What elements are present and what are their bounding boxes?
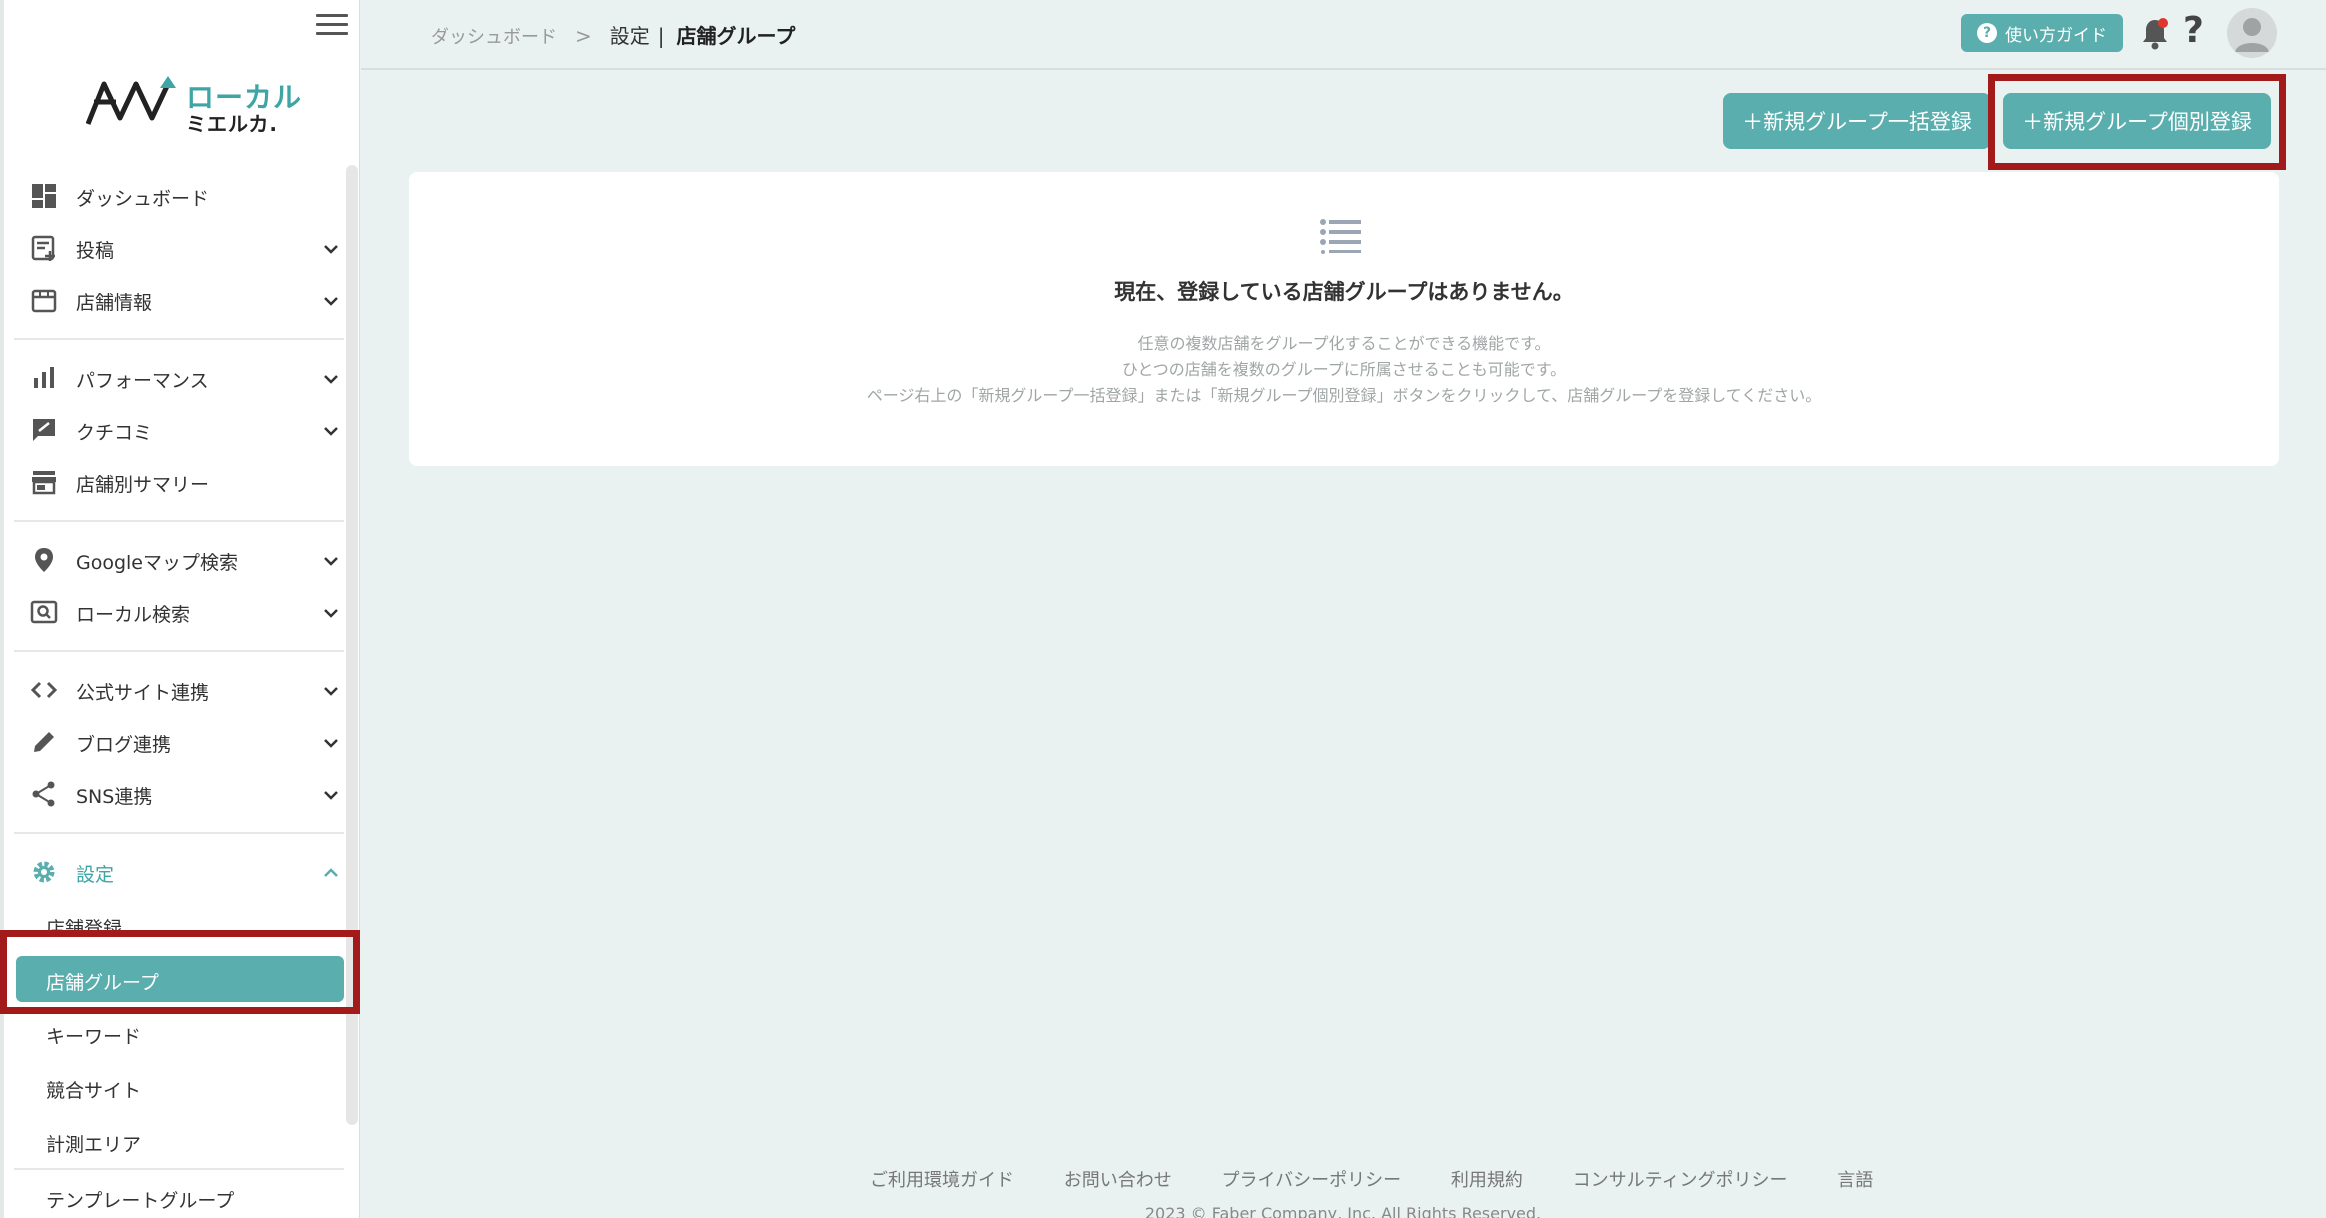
sidebar-item-sns[interactable]: SNS連携: [14, 768, 344, 820]
sidebar-item-store-info[interactable]: 店舗情報: [14, 274, 344, 326]
breadcrumb-separator: >: [575, 24, 592, 48]
footer-link-terms[interactable]: 利用規約: [1451, 1170, 1523, 1191]
breadcrumb: ダッシュボード > 設定 | 店舗グループ: [431, 20, 795, 49]
usage-guide-label: 使い方ガイド: [2005, 25, 2107, 46]
map-pin-icon: [35, 548, 53, 572]
sidebar-item-label: 店舗情報: [76, 292, 153, 314]
sidebar-item-reviews[interactable]: クチコミ: [14, 404, 344, 456]
sidebar-item-google-map-search[interactable]: Googleマップ検索: [14, 534, 344, 586]
sidebar-divider: [14, 520, 344, 522]
footer-link-environment-guide[interactable]: ご利用環境ガイド: [870, 1170, 1014, 1191]
chevron-down-icon[interactable]: [322, 786, 340, 804]
logo-text-mieruca: ミエルカ.: [186, 112, 278, 136]
chevron-up-icon[interactable]: [322, 864, 340, 882]
footer-link-consulting-policy[interactable]: コンサルティングポリシー: [1573, 1170, 1788, 1191]
sidebar-subitem-competitor[interactable]: 競合サイト: [14, 1060, 344, 1114]
user-icon: [2235, 18, 2269, 52]
sidebar-item-dashboard[interactable]: ダッシュボード: [14, 170, 344, 222]
gear-icon: [33, 861, 55, 883]
chevron-down-icon[interactable]: [322, 734, 340, 752]
list-icon: [1320, 219, 1361, 254]
footer-links: ご利用環境ガイド お問い合わせ プライバシーポリシー 利用規約 コンサルティング…: [870, 1166, 1917, 1192]
sidebar-divider: [14, 338, 344, 340]
empty-state-card: 現在、登録している店舗グループはありません。 任意の複数店舗をグループ化すること…: [409, 172, 2279, 466]
sidebar-item-settings[interactable]: 設定: [14, 846, 344, 898]
breadcrumb-bar: |: [657, 24, 665, 48]
sidebar-item-label: SNS連携: [76, 786, 153, 808]
sidebar-item-official-site[interactable]: 公式サイト連携: [14, 664, 344, 716]
copyright: 2023 © Faber Company, Inc. All Rights Re…: [1144, 1204, 1542, 1218]
chevron-down-icon[interactable]: [322, 682, 340, 700]
sidebar-scrollbar[interactable]: [346, 165, 358, 1125]
sidebar-divider: [14, 650, 344, 652]
dashboard-icon: [32, 184, 56, 208]
question-circle-icon: ?: [1977, 23, 1997, 43]
sidebar-item-blog[interactable]: ブログ連携: [14, 716, 344, 768]
empty-state-description: 任意の複数店舗をグループ化することができる機能です。: [1137, 334, 1551, 353]
empty-state-description: ひとつの店舗を複数のグループに所属させることも可能です。: [1121, 360, 1567, 379]
notification-bell-icon[interactable]: [2139, 16, 2171, 52]
hamburger-menu-icon[interactable]: [316, 14, 348, 40]
sidebar-subitem-store-group[interactable]: 店舗グループ: [14, 952, 344, 1006]
sidebar-item-store-summary[interactable]: 店舗別サマリー: [14, 456, 344, 508]
sidebar-item-local-search[interactable]: ローカル検索: [14, 586, 344, 638]
footer-link-contact[interactable]: お問い合わせ: [1064, 1170, 1172, 1191]
sidebar-item-label: 投稿: [76, 240, 115, 262]
sidebar-item-label: Googleマップ検索: [76, 552, 239, 574]
chevron-down-icon[interactable]: [322, 240, 340, 258]
app-logo[interactable]: ローカル ミエルカ.: [85, 74, 301, 136]
single-register-group-button[interactable]: ＋新規グループ個別登録: [2003, 93, 2271, 149]
sidebar-item-label: ローカル検索: [76, 604, 191, 626]
footer-link-language[interactable]: 言語: [1837, 1170, 1873, 1191]
empty-state-description: ページ右上の「新規グループ一括登録」または「新規グループ個別登録」ボタンをクリッ…: [866, 386, 1822, 405]
sidebar-item-label: 店舗別サマリー: [76, 474, 210, 496]
sidebar-subitem-label: 店舗グループ: [46, 972, 159, 994]
chevron-down-icon[interactable]: [322, 552, 340, 570]
chevron-down-icon[interactable]: [322, 370, 340, 388]
sidebar-subitem-keyword[interactable]: キーワード: [14, 1006, 344, 1060]
storefront-icon: [32, 471, 56, 495]
sidebar-divider: [14, 832, 344, 834]
sidebar-item-label: ブログ連携: [76, 734, 172, 756]
chevron-down-icon[interactable]: [322, 292, 340, 310]
chevron-down-icon[interactable]: [322, 604, 340, 622]
store-icon: [31, 289, 57, 313]
sidebar: ローカル ミエルカ. ダッシュボード 投稿 店舗情報 パフォーマンス クチコミ …: [0, 0, 360, 1218]
sidebar-item-label: パフォーマンス: [76, 370, 209, 392]
sidebar-item-label: 公式サイト連携: [76, 682, 210, 704]
post-icon: [31, 235, 55, 261]
help-icon[interactable]: ?: [2183, 10, 2204, 51]
share-icon: [32, 781, 55, 807]
bulk-register-group-button[interactable]: ＋新規グループ一括登録: [1723, 93, 1991, 149]
notification-dot: [2158, 18, 2168, 28]
sidebar-item-label: 設定: [76, 864, 115, 886]
sidebar-item-post[interactable]: 投稿: [14, 222, 344, 274]
review-icon: [33, 419, 55, 441]
sidebar-subitem-label: 店舗登録: [46, 918, 123, 940]
logo-mark-icon: [85, 76, 176, 125]
usage-guide-button[interactable]: ? 使い方ガイド: [1961, 14, 2123, 52]
local-search-icon: [30, 600, 58, 624]
breadcrumb-settings: 設定: [609, 24, 650, 48]
sidebar-edge: [0, 0, 4, 1218]
sidebar-subitem-label: 計測エリア: [46, 1134, 142, 1156]
top-bar: ダッシュボード > 設定 | 店舗グループ ? 使い方ガイド ?: [361, 0, 2326, 70]
sidebar-subitem-store-register[interactable]: 店舗登録: [14, 898, 344, 952]
chevron-down-icon[interactable]: [322, 422, 340, 440]
sidebar-item-performance[interactable]: パフォーマンス: [14, 352, 344, 404]
sidebar-item-label: ダッシュボード: [76, 188, 210, 210]
breadcrumb-dashboard[interactable]: ダッシュボード: [431, 27, 557, 48]
code-icon: [30, 681, 58, 699]
page-title: 店舗グループ: [676, 24, 796, 48]
avatar[interactable]: [2227, 8, 2277, 58]
sidebar-menu: ダッシュボード 投稿 店舗情報 パフォーマンス クチコミ 店舗別サマリー Goo…: [14, 170, 344, 1218]
sidebar-subitem-label: 競合サイト: [46, 1080, 142, 1102]
sidebar-subitem-label: キーワード: [46, 1026, 142, 1048]
sidebar-item-label: クチコミ: [76, 422, 153, 444]
pencil-icon: [34, 732, 54, 752]
sidebar-subitem-measure-area[interactable]: 計測エリア: [14, 1114, 344, 1168]
footer-link-privacy[interactable]: プライバシーポリシー: [1221, 1170, 1401, 1191]
empty-state-title: 現在、登録している店舗グループはありません。: [1114, 280, 1574, 304]
bar-chart-icon: [34, 367, 54, 388]
